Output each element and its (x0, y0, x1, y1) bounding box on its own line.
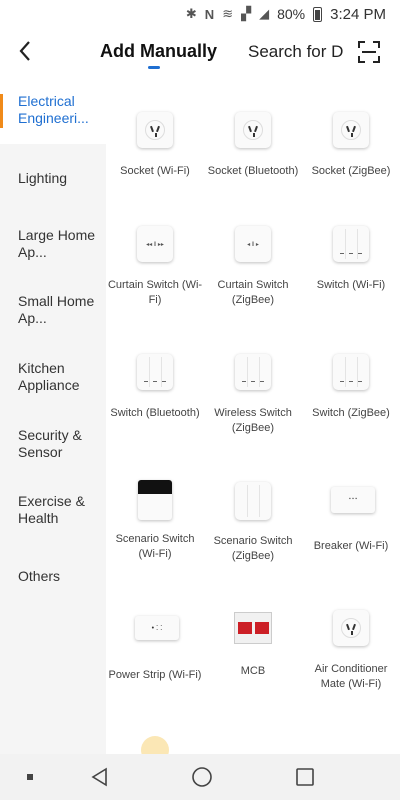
scan-icon[interactable] (357, 40, 381, 64)
back-arrow-icon[interactable] (12, 36, 38, 66)
device-item[interactable]: MCB (204, 608, 302, 679)
battery-icon (313, 6, 323, 22)
device-item[interactable]: Switch (Wi-Fi) (302, 224, 400, 293)
signal-icon: ◢ (259, 6, 270, 21)
device-label: Breaker (Wi-Fi) (313, 540, 389, 552)
home-circle-icon[interactable] (172, 754, 232, 800)
tab-search-for-devices[interactable]: Search for D (248, 42, 344, 62)
switch-icon (331, 226, 371, 266)
mute-icon: ▞ (241, 6, 252, 21)
device-item[interactable]: Switch (Bluetooth) (106, 352, 204, 421)
sidebar-item-large-home-appliance[interactable]: Large Home Ap... (0, 210, 106, 278)
sidebar-item-exercise-health[interactable]: Exercise & Health (0, 476, 106, 544)
battery-percent: 80% (277, 6, 306, 22)
device-item[interactable]: Socket (ZigBee) (302, 110, 400, 179)
status-icons: ✱ N ≋ ▞ ◢ (186, 6, 269, 22)
device-item[interactable]: ▪ ▪ ▪ Breaker (Wi-Fi) (302, 480, 400, 554)
device-item[interactable]: ◂ ‖ ▸ Curtain Switch (ZigBee) (204, 224, 302, 308)
socket-icon (331, 112, 371, 152)
breaker-icon: ▪ ▪ ▪ (331, 487, 375, 527)
switch-icon (331, 354, 371, 394)
back-triangle-icon[interactable] (70, 754, 130, 800)
device-label: Switch (Wi-Fi) (316, 279, 386, 291)
overview-square-icon[interactable] (275, 754, 335, 800)
device-item[interactable]: Socket (Wi-Fi) (106, 110, 204, 179)
wifi-icon: ≋ (222, 6, 234, 21)
system-navigation-bar (0, 754, 400, 800)
device-item[interactable]: • ⁚ ⁚ Power Strip (Wi-Fi) (106, 608, 204, 683)
curtain-switch-icon: ◂◂ ‖ ▸▸ (135, 226, 175, 266)
device-label: Wireless Switch (ZigBee) (214, 407, 292, 434)
device-item[interactable]: Scenario Switch (Wi-Fi) (106, 480, 204, 562)
device-item[interactable]: Socket (Bluetooth) (204, 110, 302, 179)
socket-icon (135, 112, 175, 152)
sidebar-item-others[interactable]: Others (0, 542, 106, 610)
device-label: Switch (Bluetooth) (110, 407, 200, 419)
device-grid: Socket (Wi-Fi) Socket (Bluetooth) Socket… (106, 76, 400, 754)
device-item[interactable]: Scenario Switch (ZigBee) (204, 480, 302, 564)
tab-add-manually[interactable]: Add Manually (100, 41, 217, 62)
active-tab-indicator (148, 66, 160, 69)
device-item[interactable]: ◂◂ ‖ ▸▸ Curtain Switch (Wi-Fi) (106, 224, 204, 308)
device-label: Switch (ZigBee) (312, 407, 390, 419)
device-label: Scenario Switch (Wi-Fi) (115, 533, 195, 560)
recents-dot-icon[interactable] (0, 754, 60, 800)
status-bar: ✱ N ≋ ▞ ◢ 80% 3:24 PM (0, 0, 400, 28)
power-strip-icon: • ⁚ ⁚ (135, 616, 179, 656)
sidebar-item-small-home-appliance[interactable]: Small Home Ap... (0, 276, 106, 344)
device-label: MCB (240, 665, 266, 677)
sidebar-item-kitchen-appliance[interactable]: Kitchen Appliance (0, 343, 106, 411)
sidebar-item-lighting[interactable]: Lighting (0, 144, 106, 212)
header: Add Manually Search for D (0, 28, 400, 76)
device-label: Scenario Switch (ZigBee) (213, 535, 293, 562)
device-label: Power Strip (Wi-Fi) (108, 669, 202, 681)
switch-icon (233, 482, 273, 522)
device-label: Curtain Switch (Wi-Fi) (107, 279, 203, 306)
mcb-icon (233, 612, 273, 652)
sidebar-item-security-sensor[interactable]: Security & Sensor (0, 410, 106, 478)
bluetooth-icon: ✱ (185, 6, 197, 21)
device-label: Socket (ZigBee) (311, 165, 391, 177)
socket-icon (331, 610, 371, 650)
device-item[interactable]: Air Conditioner Mate (Wi-Fi) (302, 608, 400, 692)
scenario-switch-icon (135, 480, 175, 520)
device-label: Socket (Bluetooth) (207, 165, 299, 177)
sidebar-item-electrical-engineering[interactable]: Electrical Engineeri... (0, 76, 106, 144)
device-item[interactable]: Switch (ZigBee) (302, 352, 400, 421)
switch-icon (135, 354, 175, 394)
device-label: Socket (Wi-Fi) (120, 165, 190, 177)
device-label: Curtain Switch (ZigBee) (217, 279, 289, 306)
bulb-icon (135, 736, 175, 754)
curtain-switch-icon: ◂ ‖ ▸ (233, 226, 273, 266)
device-item[interactable] (106, 736, 204, 754)
device-label: Air Conditioner Mate (Wi-Fi) (314, 663, 388, 690)
socket-icon (233, 112, 273, 152)
device-item[interactable]: Wireless Switch (ZigBee) (204, 352, 302, 436)
status-time: 3:24 PM (330, 5, 386, 23)
category-sidebar: Electrical Engineeri... Lighting Large H… (0, 76, 106, 754)
nfc-icon: N (204, 6, 215, 22)
switch-icon (233, 354, 273, 394)
